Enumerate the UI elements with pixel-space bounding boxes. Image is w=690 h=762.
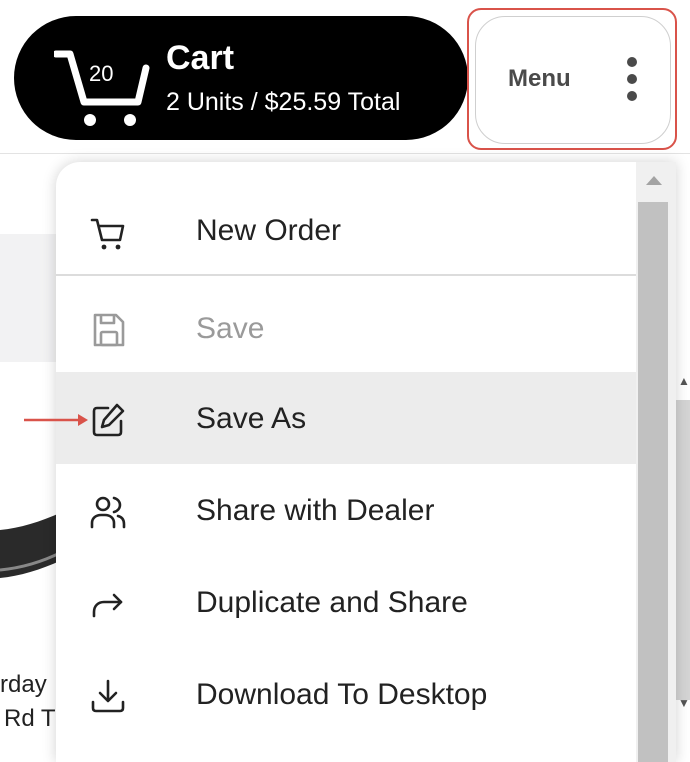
menu-item-new-order[interactable]: New Order (56, 184, 636, 276)
background-scroll-up-arrow[interactable]: ▲ (678, 374, 690, 388)
users-icon (90, 496, 126, 529)
download-icon (91, 679, 125, 713)
menu-item-download-to-desktop[interactable]: Download To Desktop (56, 648, 636, 740)
edit-icon (92, 403, 125, 437)
menu-dropdown: New Order Save Save As Share with Dealer (56, 162, 676, 762)
cart-count-badge: 20 (89, 61, 114, 86)
scroll-up-arrow-icon[interactable] (646, 176, 662, 185)
menu-item-duplicate-and-share[interactable]: Duplicate and Share (56, 556, 636, 648)
menu-item-save-as[interactable]: Save As (56, 372, 636, 464)
cart-icon (54, 50, 150, 126)
save-icon (93, 313, 125, 347)
menu-button-label: Menu (508, 65, 571, 92)
scroll-thumb[interactable] (638, 202, 668, 762)
header-bar: 20 Cart 2 Units / $25.59 Total Menu (0, 0, 690, 154)
dropdown-scrollbar[interactable] (636, 162, 676, 762)
cart-button[interactable]: 20 Cart 2 Units / $25.59 Total (14, 16, 468, 140)
cart-title: Cart (166, 39, 235, 77)
menu-item-share-with-dealer[interactable]: Share with Dealer (56, 464, 636, 556)
menu-item-label: Duplicate and Share (196, 586, 468, 619)
background-product-text: rday (0, 671, 47, 698)
product-image-fragment (0, 512, 62, 578)
background-product-text-2: Rd T (4, 705, 56, 732)
forward-arrow-icon (92, 593, 123, 618)
menu-button[interactable]: Menu (475, 16, 671, 144)
menu-item-label: Save As (196, 402, 307, 435)
menu-item-save[interactable]: Save (56, 282, 636, 374)
annotation-arrow-icon (24, 414, 88, 426)
menu-item-label: Save (196, 312, 265, 345)
menu-divider (56, 274, 636, 276)
cart-summary: 2 Units / $25.59 Total (166, 88, 401, 116)
background-panel (0, 234, 60, 362)
cart-icon (90, 218, 125, 250)
menu-item-label: New Order (196, 214, 342, 247)
background-scroll-down-arrow[interactable]: ▼ (678, 696, 690, 710)
kebab-icon (620, 55, 644, 103)
menu-item-label: Download To Desktop (196, 678, 488, 711)
menu-item-label: Share with Dealer (196, 494, 435, 527)
